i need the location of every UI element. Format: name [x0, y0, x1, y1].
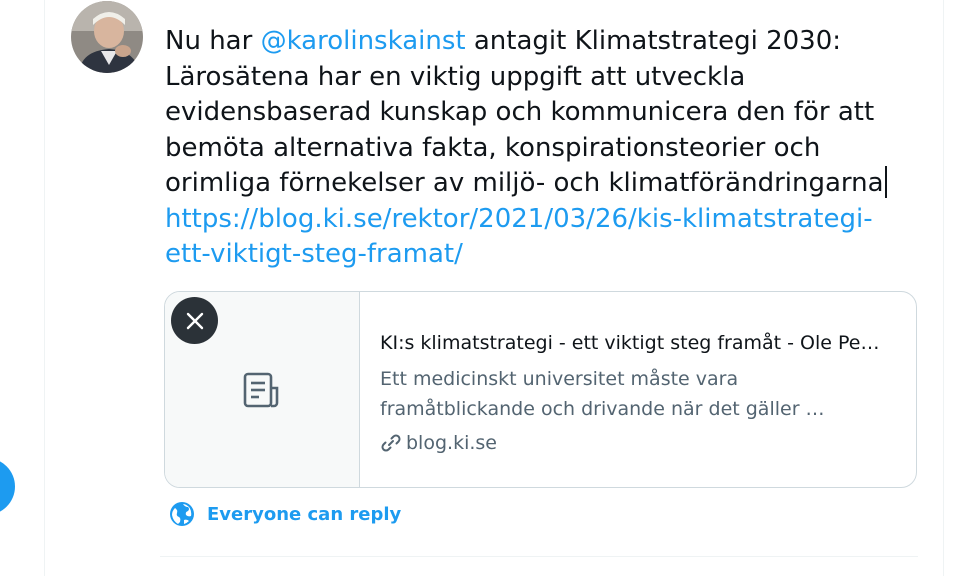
document-icon: [243, 372, 279, 408]
card-description-line1: Ett medicinskt universitet måste vara: [380, 368, 739, 390]
card-domain: blog.ki.se: [380, 428, 900, 458]
card-description: Ett medicinskt universitet måste vara fr…: [380, 364, 900, 424]
globe-icon: [170, 502, 194, 526]
card-description-line2: framåtblickande och drivande när det gäl…: [380, 398, 825, 420]
tweet-fab-button[interactable]: [0, 458, 15, 515]
reply-setting-button[interactable]: Everyone can reply: [169, 501, 401, 527]
divider: [160, 556, 918, 557]
tweet-composer-page: Nu har @karolinskainst antagit Klimatstr…: [0, 0, 971, 576]
mention-link[interactable]: @karolinskainst: [261, 26, 466, 56]
column-border-left: [44, 0, 45, 576]
tweet-text-prefix: Nu har: [165, 26, 261, 56]
tweet-text-input[interactable]: Nu har @karolinskainst antagit Klimatstr…: [165, 24, 925, 273]
avatar[interactable]: [71, 1, 143, 73]
close-icon: [186, 312, 203, 329]
remove-card-button[interactable]: [171, 297, 218, 344]
reply-setting-label: Everyone can reply: [207, 503, 402, 525]
tweet-url-line2[interactable]: ett-viktigt-steg-framat/: [165, 239, 463, 269]
card-title: KI:s klimatstrategi - ett viktigt steg f…: [380, 332, 880, 354]
text-caret: [884, 166, 887, 198]
column-border-right: [943, 0, 944, 576]
card-thumbnail: [165, 292, 360, 487]
tweet-url-line1[interactable]: https://blog.ki.se/rektor/2021/03/26/kis…: [165, 204, 873, 234]
card-domain-text: blog.ki.se: [406, 432, 497, 454]
link-icon: [381, 434, 401, 452]
link-preview-card[interactable]: KI:s klimatstrategi - ett viktigt steg f…: [164, 291, 917, 488]
card-body: KI:s klimatstrategi - ett viktigt steg f…: [380, 330, 900, 458]
